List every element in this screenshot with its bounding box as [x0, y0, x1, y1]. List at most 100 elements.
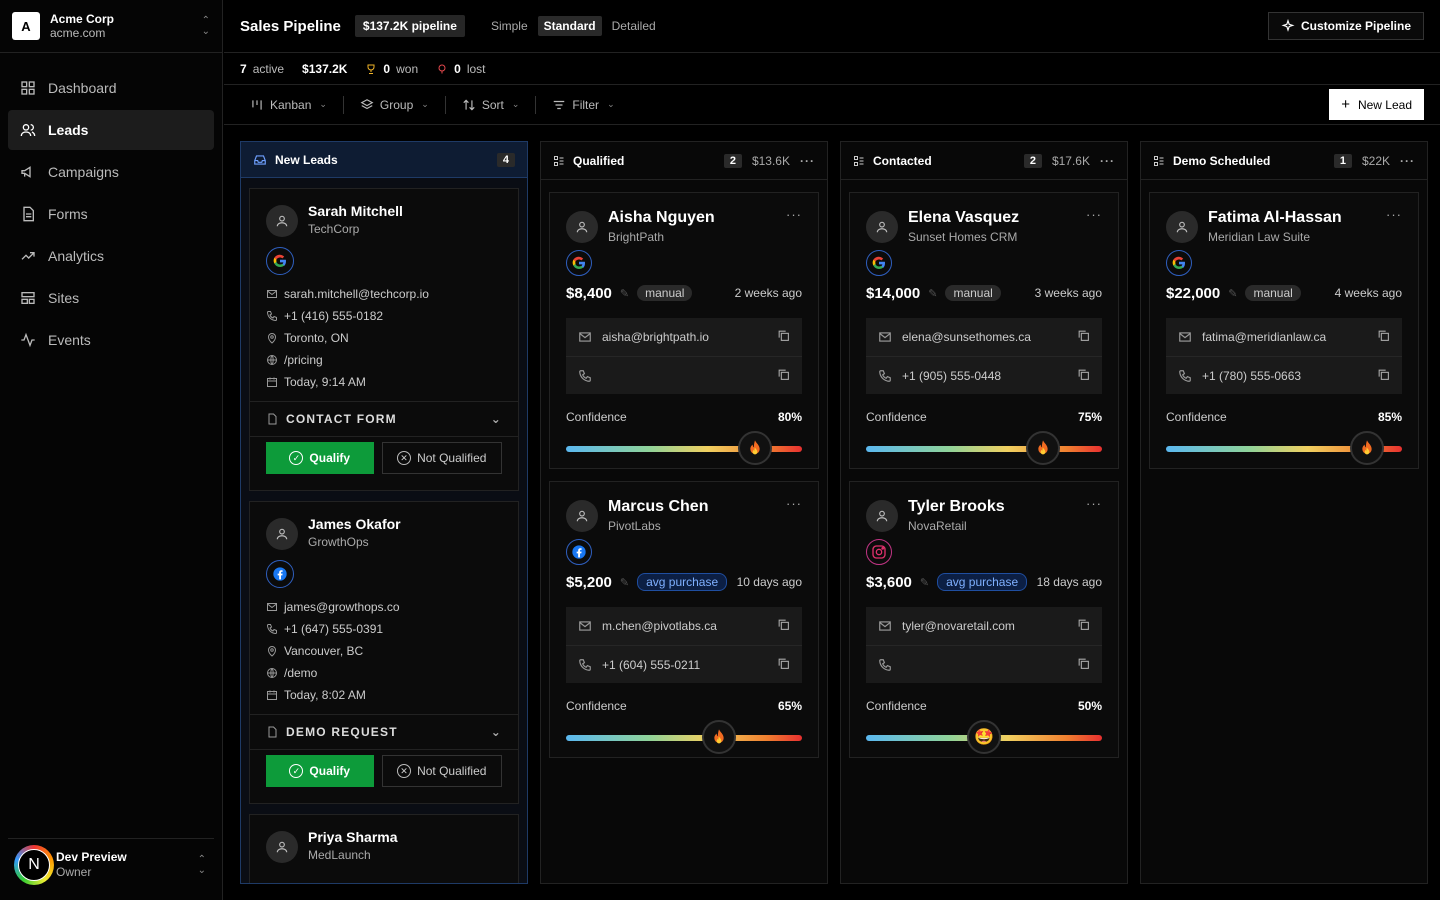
customize-pipeline-button[interactable]: Customize Pipeline — [1267, 12, 1424, 40]
confidence-knob[interactable] — [1026, 431, 1060, 465]
pencil-icon[interactable]: ✎ — [620, 287, 629, 300]
view-mode-tabs: Simple Standard Detailed — [485, 16, 662, 36]
copy-phone-button[interactable] — [1077, 368, 1090, 384]
person-icon — [266, 205, 298, 237]
confidence-knob[interactable] — [702, 720, 737, 754]
more-icon[interactable]: ··· — [1386, 207, 1402, 222]
qualify-button[interactable]: ✓ Qualify — [266, 442, 374, 474]
lead-email[interactable]: tyler@novaretail.com — [866, 607, 1102, 645]
sidebar-item-forms[interactable]: Forms — [8, 194, 214, 234]
lead-email[interactable]: elena@sunsethomes.ca — [866, 318, 1102, 356]
more-icon[interactable]: ··· — [786, 496, 802, 511]
lead-email[interactable]: james@growthops.co — [266, 596, 502, 618]
copy-phone-button[interactable] — [777, 368, 790, 384]
confidence-slider[interactable] — [566, 431, 802, 465]
more-icon[interactable]: ··· — [786, 207, 802, 222]
not-qualified-button[interactable]: ✕ Not Qualified — [381, 755, 502, 787]
lead-age: 4 weeks ago — [1334, 286, 1402, 300]
not-qualified-button[interactable]: ✕ Not Qualified — [381, 442, 502, 474]
lead-email[interactable]: sarah.mitchell@techcorp.io — [266, 283, 502, 305]
copy-icon — [778, 658, 789, 669]
confidence-knob[interactable] — [737, 431, 772, 465]
lead-card[interactable]: ··· Elena Vasquez Sunset Homes CRM $14,000 ✎… — [849, 192, 1119, 469]
copy-email-button[interactable] — [777, 618, 790, 634]
confidence-value: 80% — [777, 410, 802, 424]
more-icon[interactable]: ··· — [1086, 207, 1102, 222]
form-details-toggle[interactable]: DEMO REQUEST ⌄ — [250, 714, 518, 750]
view-tab-standard[interactable]: Standard — [537, 16, 602, 36]
lead-phone[interactable]: +1 (905) 555-0448 — [866, 356, 1102, 394]
confidence-knob[interactable]: 🤩 — [967, 720, 1001, 754]
sidebar-item-campaigns[interactable]: Campaigns — [8, 152, 214, 192]
confidence-slider[interactable] — [1166, 431, 1402, 465]
pencil-icon[interactable]: ✎ — [1228, 287, 1237, 300]
lead-email[interactable]: aisha@brightpath.io — [566, 318, 802, 356]
confidence-slider[interactable] — [566, 720, 802, 754]
copy-phone-button[interactable] — [1077, 657, 1090, 673]
lead-name: Tyler Brooks — [908, 498, 1005, 515]
view-tab-detailed[interactable]: Detailed — [606, 16, 662, 36]
qualify-button[interactable]: ✓ Qualify — [266, 755, 374, 787]
more-icon[interactable]: ··· — [800, 154, 815, 168]
sidebar-item-sites[interactable]: Sites — [8, 278, 214, 318]
location-icon — [267, 333, 277, 344]
lead-card[interactable]: James Okafor GrowthOps james@growthops.co +… — [249, 501, 519, 804]
lead-card[interactable]: Priya Sharma MedLaunch — [249, 814, 519, 883]
copy-email-button[interactable] — [777, 329, 790, 345]
more-icon[interactable]: ··· — [1100, 154, 1115, 168]
workspace-switcher[interactable]: A Acme Corp acme.com ⌃ ⌄ — [0, 0, 222, 53]
copy-phone-button[interactable] — [1377, 368, 1390, 384]
lead-phone[interactable]: +1 (647) 555-0391 — [266, 618, 502, 640]
calendar-icon — [267, 377, 277, 387]
star-eyes-icon: 🤩 — [974, 729, 994, 746]
sidebar-item-events[interactable]: Events — [8, 320, 214, 360]
document-icon — [268, 413, 277, 425]
kanban-view-button[interactable]: Kanban ⌄ — [240, 98, 337, 112]
copy-email-button[interactable] — [1377, 329, 1390, 345]
sort-button[interactable]: Sort ⌄ — [452, 98, 530, 112]
copy-email-button[interactable] — [1077, 618, 1090, 634]
lead-phone[interactable]: +1 (604) 555-0211 — [566, 645, 802, 683]
more-icon[interactable]: ··· — [1086, 496, 1102, 511]
activity-icon — [20, 332, 36, 348]
new-lead-button[interactable]: + New Lead — [1329, 89, 1424, 120]
confidence-slider[interactable] — [866, 431, 1102, 465]
lead-email[interactable]: fatima@meridianlaw.ca — [1166, 318, 1402, 356]
sidebar-item-label: Events — [48, 332, 91, 348]
deal-value: $8,400 — [566, 284, 612, 302]
sidebar-item-dashboard[interactable]: Dashboard — [8, 68, 214, 108]
view-tab-simple[interactable]: Simple — [485, 16, 534, 36]
lead-card[interactable]: Sarah Mitchell TechCorp sarah.mitchell@tec… — [249, 188, 519, 491]
lead-source — [1166, 250, 1192, 276]
lead-phone[interactable]: +1 (780) 555-0663 — [1166, 356, 1402, 394]
document-icon — [20, 206, 36, 222]
lead-phone[interactable] — [566, 356, 802, 394]
filter-button[interactable]: Filter ⌄ — [542, 98, 624, 112]
sidebar-item-leads[interactable]: Leads — [8, 110, 214, 150]
value-source-tag: manual — [945, 285, 1001, 301]
copy-phone-button[interactable] — [777, 657, 790, 673]
more-icon[interactable]: ··· — [1400, 154, 1415, 168]
lead-card[interactable]: ··· Tyler Brooks NovaRetail $3,600 ✎ avg purc… — [849, 481, 1119, 758]
deal-value: $22,000 — [1166, 284, 1221, 302]
user-menu[interactable]: N Dev Preview Owner ⌃ ⌄ — [8, 838, 214, 890]
pencil-icon[interactable]: ✎ — [920, 576, 929, 589]
group-button[interactable]: Group ⌄ — [350, 98, 439, 112]
lead-phone[interactable]: +1 (416) 555-0182 — [266, 305, 502, 327]
lead-card[interactable]: ··· Fatima Al-Hassan Meridian Law Suite $22… — [1149, 192, 1419, 469]
sidebar-item-analytics[interactable]: Analytics — [8, 236, 214, 276]
confidence-slider[interactable]: 🤩 — [866, 720, 1102, 754]
lost-icon — [438, 64, 446, 73]
lead-email[interactable]: m.chen@pivotlabs.ca — [566, 607, 802, 645]
lead-card[interactable]: ··· Marcus Chen PivotLabs $5,200 ✎ avg purcha… — [549, 481, 819, 758]
pencil-icon[interactable]: ✎ — [928, 287, 937, 300]
column-value: $22K — [1361, 153, 1390, 168]
lead-card[interactable]: ··· Aisha Nguyen BrightPath $8,400 ✎ manual 2 … — [549, 192, 819, 469]
form-details-toggle[interactable]: CONTACT FORM ⌄ — [250, 401, 518, 437]
trophy-icon — [367, 64, 375, 74]
pencil-icon[interactable]: ✎ — [620, 576, 629, 589]
lead-phone[interactable] — [866, 645, 1102, 683]
copy-email-button[interactable] — [1077, 329, 1090, 345]
plus-icon: + — [1341, 96, 1350, 113]
confidence-knob[interactable] — [1349, 431, 1384, 465]
